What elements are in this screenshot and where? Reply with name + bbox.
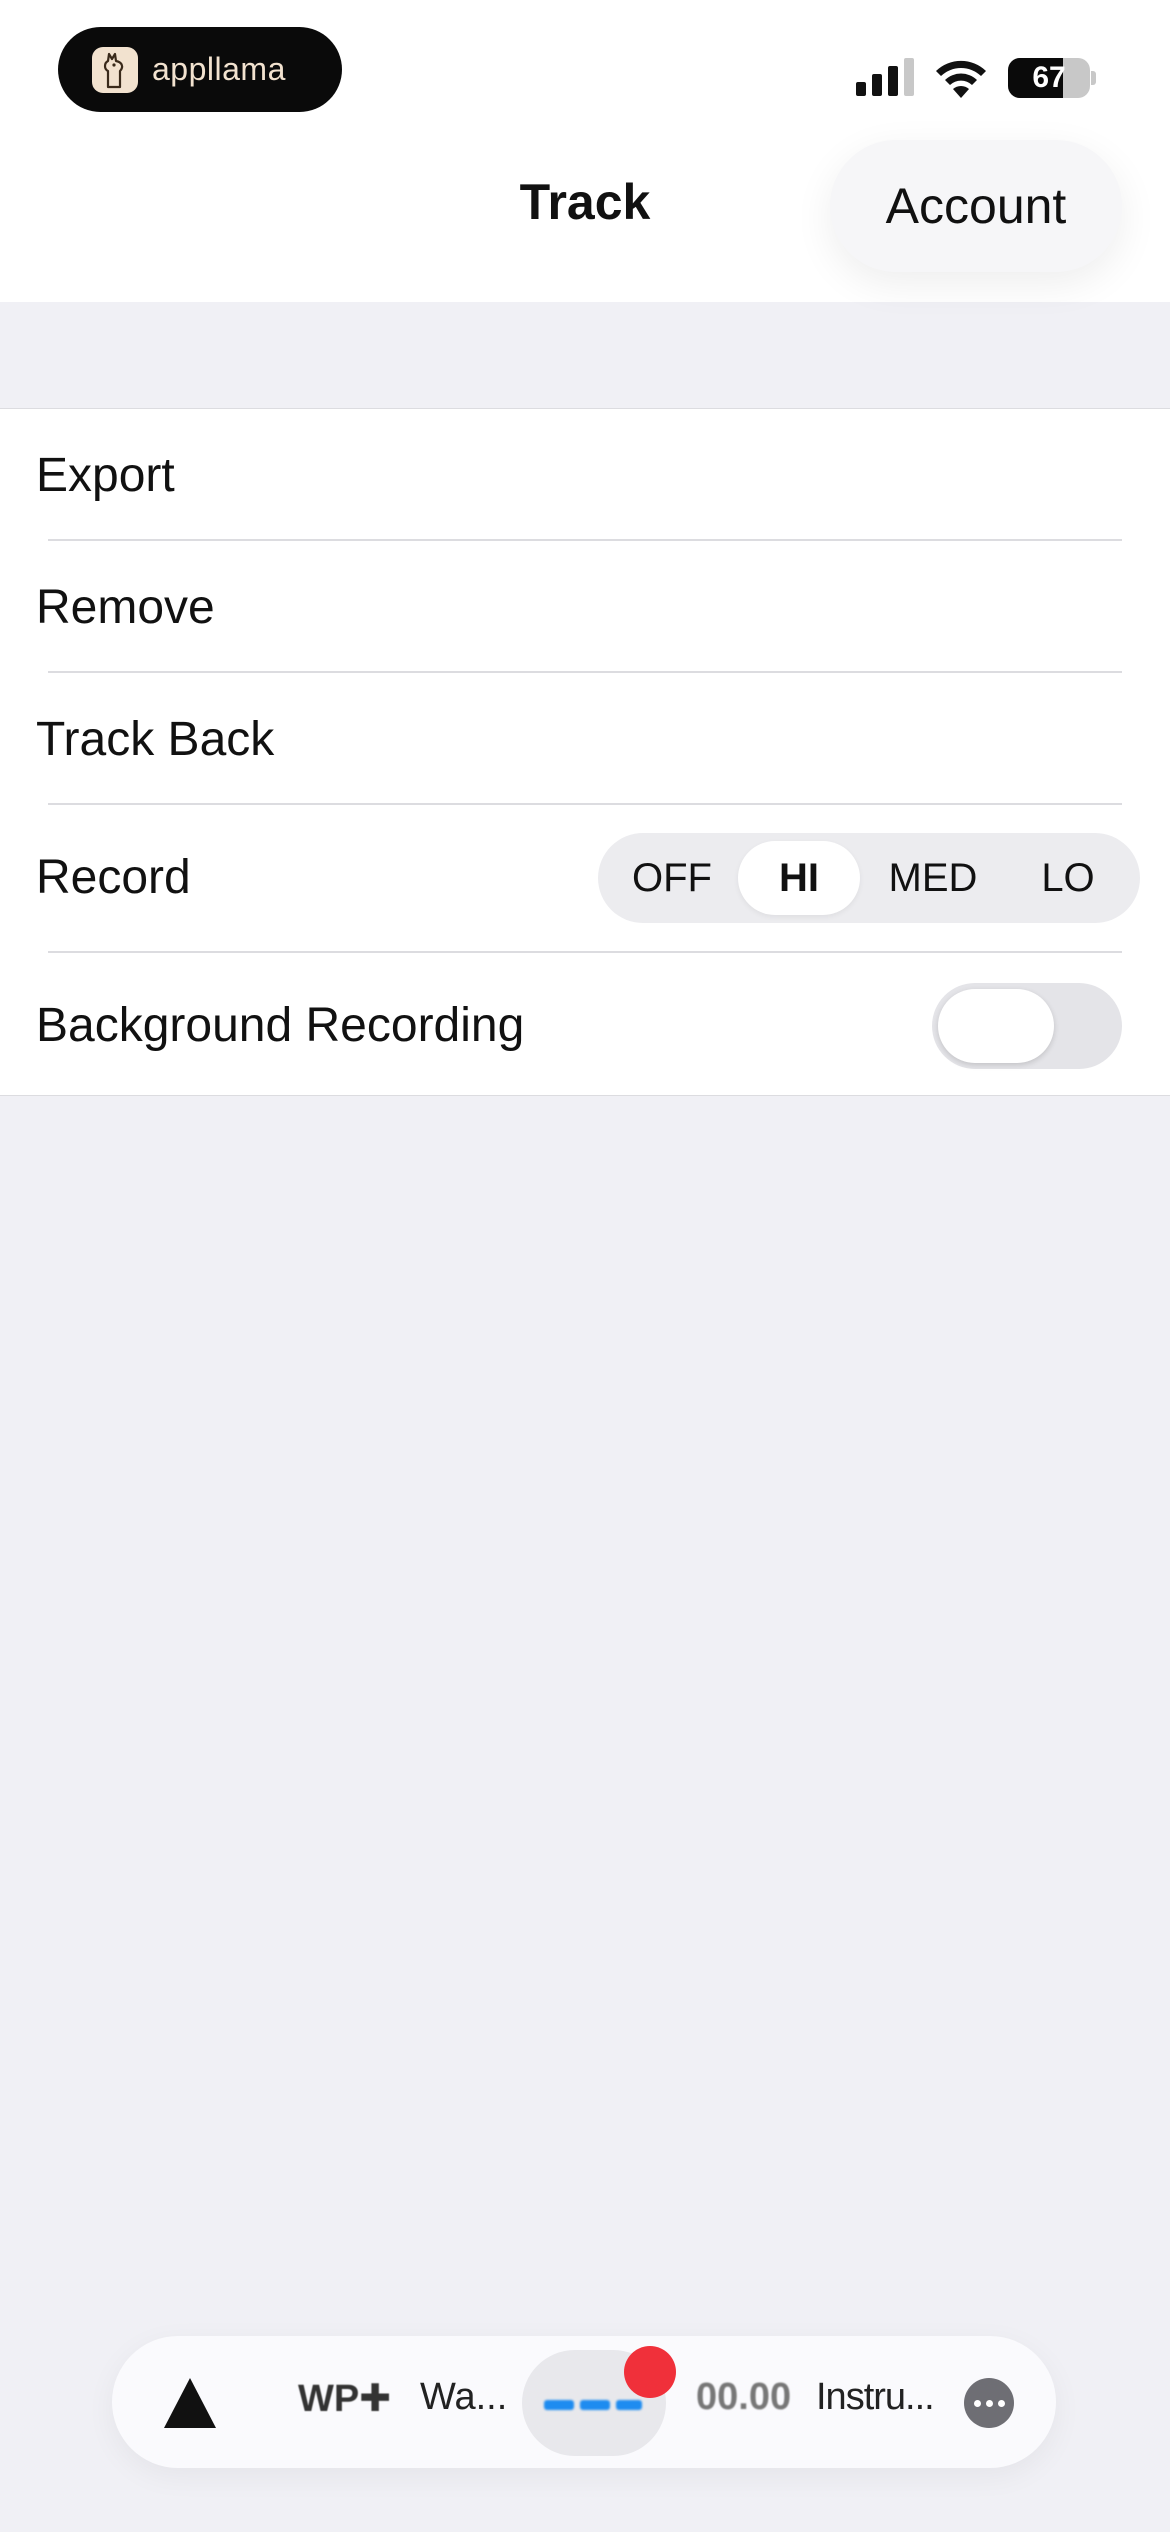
battery-level: 67 — [1032, 61, 1066, 94]
record-label: Record — [36, 851, 191, 904]
time-label: 00.00 — [696, 2376, 792, 2418]
waveform-dash — [616, 2400, 642, 2410]
app-badge[interactable]: appllama — [58, 27, 342, 112]
background-recording-toggle[interactable] — [932, 983, 1122, 1069]
record-option-lo[interactable]: LO — [1006, 841, 1130, 915]
mini-player: WP✚ Wa... 00.00 Instru... — [112, 2336, 1056, 2468]
brand-label[interactable]: WP✚ — [298, 2376, 391, 2421]
track-back-row[interactable]: Track Back — [0, 673, 1170, 803]
export-label: Export — [36, 449, 175, 502]
track-label[interactable]: Wa... — [420, 2376, 507, 2419]
signal-icon — [856, 58, 914, 96]
record-option-hi[interactable]: HI — [738, 841, 860, 915]
account-button[interactable]: Account — [830, 140, 1122, 272]
record-option-med[interactable]: MED — [860, 841, 1006, 915]
battery-icon: 67 — [1008, 58, 1090, 98]
battery-cap — [1091, 71, 1096, 85]
remove-label: Remove — [36, 581, 215, 634]
llama-logo-icon — [92, 46, 138, 93]
waveform-dash — [544, 2400, 574, 2410]
status-bar: appllama 67 — [0, 0, 1170, 140]
background-recording-label: Background Recording — [36, 999, 525, 1052]
record-quality-control: OFF HI MED LO — [598, 833, 1140, 923]
app-badge-label: appllama — [152, 51, 286, 87]
waveform-dash — [580, 2400, 610, 2410]
record-dot-icon[interactable] — [624, 2346, 676, 2398]
instrument-label[interactable]: Instru... — [816, 2376, 935, 2419]
remove-row[interactable]: Remove — [0, 541, 1170, 671]
wifi-icon — [936, 60, 986, 98]
track-back-label: Track Back — [36, 713, 275, 766]
settings-list: Export Remove Track Back Record OFF HI M… — [0, 408, 1170, 1096]
export-row[interactable]: Export — [0, 409, 1170, 539]
screen: appllama 67 Track Account Export Remove … — [0, 0, 1170, 2532]
toggle-knob — [938, 989, 1054, 1063]
more-icon[interactable] — [964, 2378, 1014, 2428]
nav-bar: Track Account — [0, 140, 1170, 302]
triangle-icon[interactable] — [162, 2374, 218, 2430]
record-option-off[interactable]: OFF — [606, 841, 738, 915]
